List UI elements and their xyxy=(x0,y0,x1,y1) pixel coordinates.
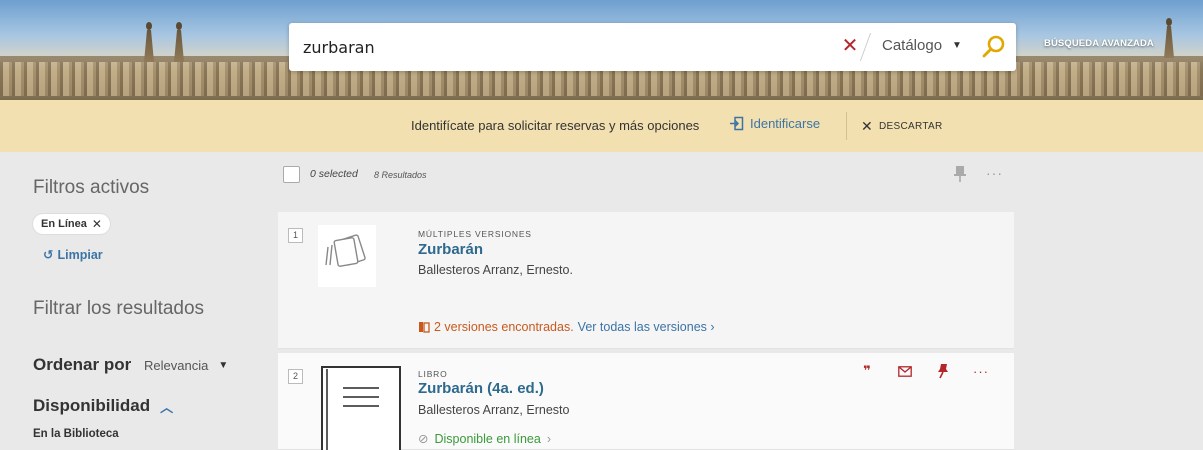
online-availability-link[interactable]: ⊘ Disponible en línea › xyxy=(418,431,551,447)
pin-icon[interactable] xyxy=(953,165,967,183)
sort-dropdown[interactable]: Relevancia ▼ xyxy=(144,358,228,373)
statue-decoration xyxy=(142,22,156,62)
active-filter-chip[interactable]: En Línea ✕ xyxy=(33,214,110,234)
result-author: Ballesteros Arranz, Ernesto xyxy=(418,403,570,417)
result-number: 2 xyxy=(288,369,303,384)
resource-type: MÚLTIPLES VERSIONES xyxy=(418,229,532,239)
clear-filters-button[interactable]: ↺ Limpiar xyxy=(43,247,103,263)
filter-results-title: Filtrar los resultados xyxy=(33,298,205,319)
availability-label: Disponibilidad xyxy=(33,396,151,415)
search-icon[interactable] xyxy=(981,34,1007,60)
login-divider xyxy=(846,112,847,140)
result-title-link[interactable]: Zurbarán (4a. ed.) xyxy=(418,380,544,397)
email-button[interactable] xyxy=(886,361,924,381)
result-card[interactable]: 2 LIBRO Zurbarán (4a. ed.) Ballesteros A… xyxy=(278,353,1014,450)
see-all-label: Ver todas las versiones xyxy=(577,320,707,334)
sort-label: Ordenar por xyxy=(33,355,132,374)
select-all-checkbox[interactable] xyxy=(283,166,300,183)
availability-facet-toggle[interactable]: Disponibilidad ︿ xyxy=(33,396,173,416)
login-bar: Identifícate para solicitar reservas y m… xyxy=(0,100,1203,152)
clear-label: Limpiar xyxy=(57,247,103,262)
statue-decoration xyxy=(1162,18,1176,58)
sort-value: Relevancia xyxy=(144,358,209,373)
scope-label: Catálogo xyxy=(882,37,943,54)
remove-filter-icon[interactable]: ✕ xyxy=(92,217,102,231)
availability-option[interactable]: En la Biblioteca xyxy=(33,428,119,440)
citation-button[interactable]: ❞ xyxy=(848,361,886,381)
login-label: Identificarse xyxy=(750,116,821,131)
chevron-right-icon: › xyxy=(546,431,551,446)
statue-decoration xyxy=(172,22,186,62)
multiple-versions-icon xyxy=(318,225,376,287)
ellipsis-icon: ··· xyxy=(973,363,989,379)
close-icon: ✕ xyxy=(861,118,874,134)
dismiss-label: DESCARTAR xyxy=(879,121,943,132)
sign-in-icon xyxy=(730,116,744,131)
link-icon: ⊘ xyxy=(418,432,429,446)
login-message: Identifícate para solicitar reservas y m… xyxy=(411,118,700,133)
search-box: ✕ Catálogo ▼ xyxy=(289,23,1016,71)
results-count: 8 Resultados xyxy=(374,170,427,180)
book-icon xyxy=(321,366,401,450)
quote-icon: ❞ xyxy=(863,363,871,378)
result-card[interactable]: 1 MÚLTIPLES VERSIONES Zurbarán Ballester… xyxy=(278,212,1014,349)
more-options-icon[interactable]: ··· xyxy=(986,165,1003,181)
versions-icon xyxy=(419,322,430,333)
result-actions: ❞ ··· xyxy=(848,361,1000,381)
versions-found-text: 2 versiones encontradas. xyxy=(434,320,574,334)
search-separator xyxy=(859,33,872,61)
result-number: 1 xyxy=(288,228,303,243)
advanced-search-link[interactable]: BÚSQUEDA AVANZADA xyxy=(1044,38,1154,49)
pin-icon xyxy=(938,364,948,379)
result-title-link[interactable]: Zurbarán xyxy=(418,241,483,258)
active-filters-title: Filtros activos xyxy=(33,177,150,198)
header-banner: ✕ Catálogo ▼ BÚSQUEDA AVANZADA xyxy=(0,0,1203,100)
scope-dropdown[interactable]: Catálogo ▼ xyxy=(882,37,962,54)
result-author: Ballesteros Arranz, Ernesto. xyxy=(418,263,573,277)
dismiss-button[interactable]: ✕ DESCARTAR xyxy=(861,118,942,135)
pin-button[interactable] xyxy=(924,361,962,381)
reset-icon: ↺ xyxy=(43,248,54,262)
more-options-button[interactable]: ··· xyxy=(962,361,1000,381)
see-all-versions-link[interactable]: Ver todas las versiones › xyxy=(578,320,715,334)
facets-panel: Filtros activos En Línea ✕ ↺ Limpiar Fil… xyxy=(33,152,273,450)
results-toolbar: 0 selected 8 Resultados ··· xyxy=(283,165,1013,187)
resource-type: LIBRO xyxy=(418,369,448,379)
versions-row: 2 versiones encontradas. Ver todas las v… xyxy=(418,320,715,334)
chip-label: En Línea xyxy=(41,218,87,230)
chevron-down-icon: ▼ xyxy=(218,360,229,371)
selected-count: 0 selected xyxy=(310,168,358,180)
search-input[interactable] xyxy=(303,32,823,62)
clear-search-icon[interactable]: ✕ xyxy=(840,36,860,56)
login-link[interactable]: Identificarse xyxy=(729,116,820,131)
envelope-icon xyxy=(898,365,912,377)
availability-status: Disponible en línea xyxy=(434,431,541,446)
chevron-down-icon: ▼ xyxy=(952,40,962,51)
chevron-up-icon: ︿ xyxy=(160,399,174,415)
